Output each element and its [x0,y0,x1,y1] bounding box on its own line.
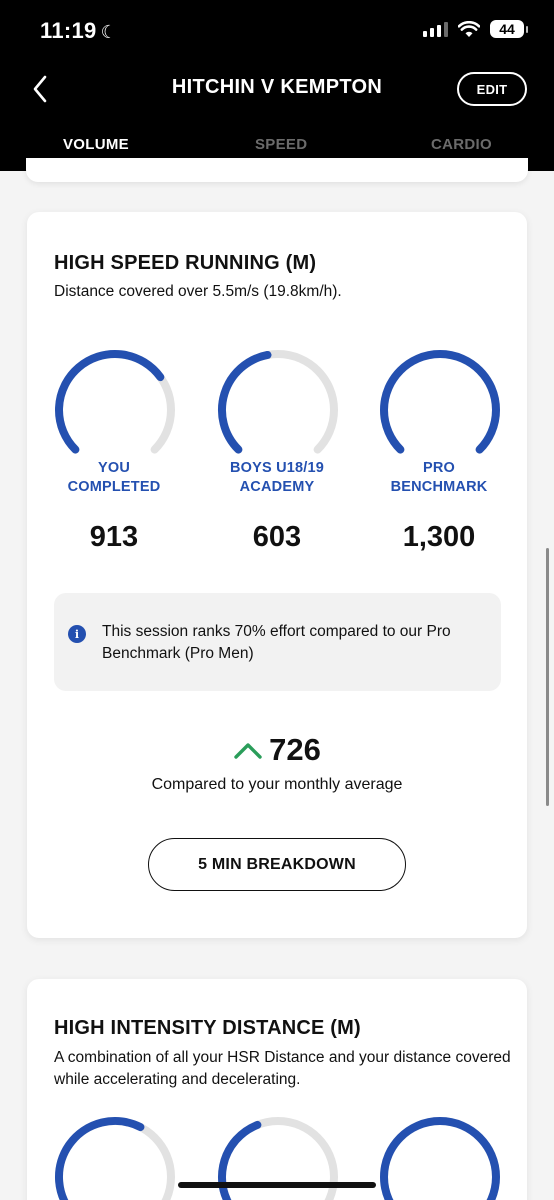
tab-bar: VOLUME SPEED CARDIO [0,136,554,156]
gauge-you-completed [53,348,177,472]
tab-cardio[interactable]: CARDIO [431,136,492,153]
wifi-icon [458,20,480,37]
info-icon: i [68,625,86,643]
gauge-value-pro: 1,300 [402,521,476,553]
cellular-signal-icon [423,21,448,37]
gauge-label-line: COMPLETED [67,479,161,495]
gauge-progress [55,1117,145,1200]
gauge-progress [55,350,165,454]
gauge-label-you: YOU COMPLETED [39,459,189,497]
info-banner: i This session ranks 70% effort compared… [54,593,501,691]
high-speed-running-card: HIGH SPEED RUNNING (M) Distance covered … [27,212,527,938]
gauge-progress [380,350,500,454]
gauge-progress [218,350,272,454]
gauge-label-line: BOYS U18/19 [229,460,325,476]
card-title: HIGH INTENSITY DISTANCE (M) [54,1017,361,1039]
gauge-ring [218,350,338,454]
gauge-academy [216,348,340,472]
status-time: 11:19 ☾ [40,18,117,44]
gauge-ring [380,350,500,454]
delta-value: 726 [269,732,321,767]
card-description: A combination of all your HSR Distance a… [54,1049,511,1088]
gauge-label-line: PRO [422,460,456,476]
five-min-breakdown-button[interactable]: 5 MIN BREAKDOWN [148,838,406,891]
gauge-1 [53,1115,177,1200]
gauge-ring [380,1117,500,1200]
scrollbar[interactable] [546,548,549,806]
gauge-pro-benchmark [378,348,502,472]
tab-speed[interactable]: SPEED [255,136,307,153]
gauge-ring [55,1117,175,1200]
monthly-delta: 726 [27,732,527,768]
gauge-label-pro: PRO BENCHMARK [364,459,514,497]
edit-button[interactable]: EDIT [457,72,527,106]
high-intensity-distance-card: HIGH INTENSITY DISTANCE (M) A combinatio… [27,979,527,1200]
previous-card-edge [26,158,528,182]
gauge-progress [218,1120,262,1200]
gauge-label-line: YOU [97,460,131,476]
gauge-label-line: BENCHMARK [390,479,488,495]
app-header: 11:19 ☾ 44 HITCHIN V KEMPTON EDIT VOLUME … [0,0,554,171]
moon-icon: ☾ [100,22,117,42]
gauge-value-academy: 603 [252,521,302,553]
info-text: This session ranks 70% effort compared t… [102,623,451,662]
status-icons: 44 [423,20,528,38]
gauge-progress [380,1117,500,1200]
gauge-label-line: ACADEMY [239,479,315,495]
home-indicator[interactable] [178,1182,376,1188]
gauge-3 [378,1115,502,1200]
card-title: HIGH SPEED RUNNING (M) [54,252,317,274]
card-description: Distance covered over 5.5m/s (19.8km/h). [54,283,342,300]
delta-caption: Compared to your monthly average [151,776,403,793]
status-time-text: 11:19 [40,18,97,43]
gauge-value-you: 913 [89,521,139,553]
battery-indicator: 44 [490,20,528,38]
tab-volume[interactable]: VOLUME [63,136,129,153]
chevron-up-icon [234,743,262,759]
gauge-ring [55,350,175,454]
gauge-label-academy: BOYS U18/19 ACADEMY [202,459,352,497]
